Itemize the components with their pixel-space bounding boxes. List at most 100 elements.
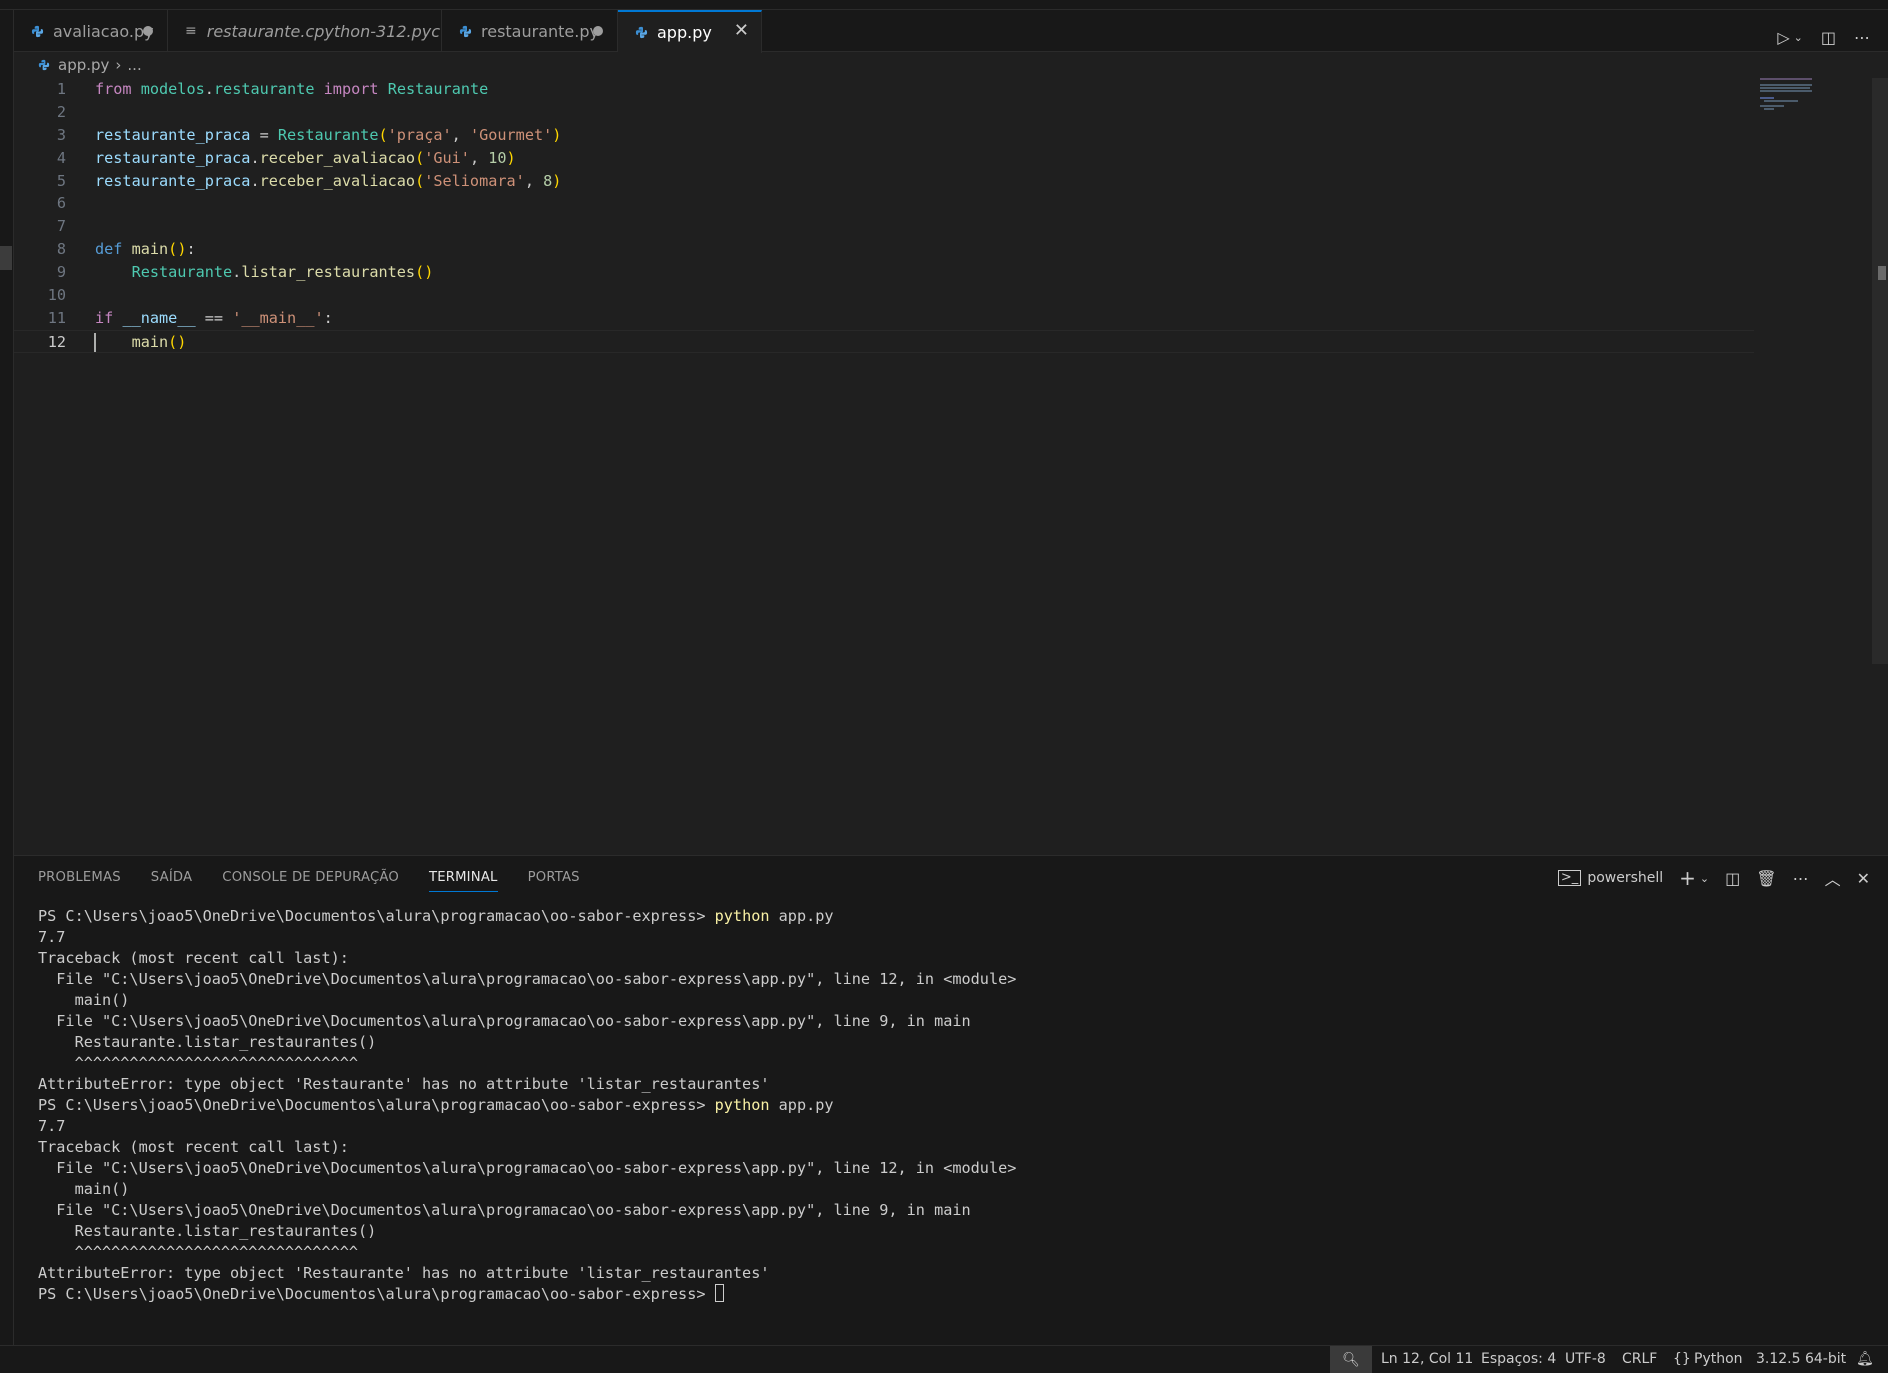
close-panel-icon[interactable]: ✕ bbox=[1857, 869, 1870, 888]
code-text: main() bbox=[131, 332, 187, 351]
terminal-args: app.py bbox=[769, 907, 834, 925]
terminal-line: 7.7 bbox=[38, 928, 66, 946]
zoom-icon[interactable]: 🔍︎ bbox=[1330, 1346, 1372, 1373]
activity-gutter bbox=[0, 10, 14, 1345]
python-icon bbox=[635, 26, 648, 39]
terminal-line: File "C:\Users\joao5\OneDrive\Documentos… bbox=[38, 1012, 971, 1030]
maximize-panel-icon[interactable]: ︿ bbox=[1825, 866, 1841, 890]
tab-terminal[interactable]: TERMINAL bbox=[428, 870, 498, 892]
editor-scrollbar[interactable] bbox=[1872, 78, 1888, 664]
code-line: 4 restaurante_praca.receber_avaliacao('Gu… bbox=[14, 147, 1754, 170]
code-editor[interactable]: 1 from modelos.restaurante import Restaur… bbox=[14, 78, 1754, 353]
python-interpreter[interactable]: 3.12.5 64-bit bbox=[1756, 1346, 1846, 1373]
shell-label: powershell bbox=[1587, 870, 1664, 886]
tab-label: app.py bbox=[657, 23, 712, 42]
line-number: 2 bbox=[56, 102, 66, 121]
run-icon[interactable]: ▷ bbox=[1777, 28, 1789, 47]
code-text: Restaurante.listar_restaurantes() bbox=[131, 263, 434, 282]
bottom-panel: PROBLEMAS SAÍDA CONSOLE DE DEPURAÇÃO TER… bbox=[14, 855, 1888, 1345]
code-line: 3 restaurante_praca = Restaurante('praça'… bbox=[14, 124, 1754, 147]
code-line: 5 restaurante_praca.receber_avaliacao('Se… bbox=[14, 170, 1754, 193]
braces-icon: {} bbox=[1673, 1351, 1691, 1367]
code-line: 10 bbox=[14, 284, 1754, 307]
tab-restaurante-pyc[interactable]: ≡ restaurante.cpython-312.pyc bbox=[168, 10, 442, 52]
tab-problemas[interactable]: PROBLEMAS bbox=[38, 870, 121, 892]
cursor-position[interactable]: Ln 12, Col 11 bbox=[1381, 1346, 1473, 1373]
run-dropdown-icon[interactable]: ⌄ bbox=[1794, 31, 1803, 44]
new-terminal-icon[interactable]: + bbox=[1679, 866, 1696, 890]
terminal-line: PS C:\Users\joao5\OneDrive\Documentos\al… bbox=[38, 906, 1016, 927]
line-ending[interactable]: CRLF bbox=[1622, 1346, 1657, 1373]
terminal-line: File "C:\Users\joao5\OneDrive\Documentos… bbox=[38, 1159, 1017, 1177]
line-number: 7 bbox=[56, 217, 66, 236]
terminal-prompt: PS C:\Users\joao5\OneDrive\Documentos\al… bbox=[38, 1096, 715, 1114]
tab-console-depuracao[interactable]: CONSOLE DE DEPURAÇÃO bbox=[222, 870, 399, 892]
code-line: 7 bbox=[14, 215, 1754, 238]
code-text: if __name__ == '__main__': bbox=[95, 308, 333, 327]
terminal-cursor bbox=[714, 1284, 724, 1302]
code-line: 11 if __name__ == '__main__': bbox=[14, 307, 1754, 330]
terminal-line: AttributeError: type object 'Restaurante… bbox=[38, 1075, 770, 1093]
tab-saida[interactable]: SAÍDA bbox=[151, 870, 192, 892]
panel-actions: >_ powershell + ⌄ ◫ 🗑 ⋯ ︿ ✕ bbox=[1557, 866, 1870, 890]
bell-icon[interactable]: 🔔︎ bbox=[1856, 1346, 1874, 1373]
modified-dot-icon bbox=[593, 26, 603, 36]
code-line: 1 from modelos.restaurante import Restaur… bbox=[14, 78, 1754, 101]
tab-portas[interactable]: PORTAS bbox=[528, 870, 580, 892]
terminal-dropdown-icon[interactable]: ⌄ bbox=[1700, 872, 1709, 885]
more-actions-icon[interactable]: ⋯ bbox=[1854, 28, 1870, 47]
split-editor-icon[interactable]: ◫ bbox=[1821, 28, 1836, 47]
line-number: 9 bbox=[56, 263, 66, 282]
panel-tabs: PROBLEMAS SAÍDA CONSOLE DE DEPURAÇÃO TER… bbox=[38, 870, 610, 892]
chevron-right-icon: › bbox=[115, 56, 122, 74]
tab-label: restaurante.py bbox=[481, 21, 599, 41]
terminal-line: PS C:\Users\joao5\OneDrive\Documentos\al… bbox=[38, 1095, 1016, 1116]
terminal-command: python bbox=[714, 907, 770, 925]
code-line: 9 Restaurante.listar_restaurantes() bbox=[14, 261, 1754, 284]
code-text: restaurante_praca.receber_avaliacao('Gui… bbox=[95, 148, 516, 167]
split-terminal-icon[interactable]: ◫ bbox=[1725, 869, 1740, 888]
more-actions-icon[interactable]: ⋯ bbox=[1793, 869, 1809, 888]
code-text: def main(): bbox=[95, 240, 196, 259]
code-text: restaurante_praca.receber_avaliacao('Sel… bbox=[95, 171, 562, 190]
python-icon bbox=[38, 59, 50, 71]
status-bar: 🔍︎ Ln 12, Col 11 Espaços: 4 UTF-8 CRLF {… bbox=[0, 1345, 1888, 1373]
terminal-prompt: PS C:\Users\joao5\OneDrive\Documentos\al… bbox=[38, 1285, 715, 1303]
line-number: 4 bbox=[56, 148, 66, 167]
terminal-line: File "C:\Users\joao5\OneDrive\Documentos… bbox=[38, 1201, 971, 1219]
editor-tab-bar: avaliacao.py ≡ restaurante.cpython-312.p… bbox=[14, 10, 1888, 53]
language-mode[interactable]: Python bbox=[1694, 1346, 1743, 1373]
tab-avaliacao[interactable]: avaliacao.py bbox=[14, 10, 168, 52]
terminal-line: PS C:\Users\joao5\OneDrive\Documentos\al… bbox=[38, 1284, 1016, 1305]
encoding[interactable]: UTF-8 bbox=[1565, 1346, 1606, 1373]
breadcrumb: app.py › ... bbox=[38, 54, 142, 76]
terminal-line: main() bbox=[38, 1180, 130, 1198]
terminal-line: Traceback (most recent call last): bbox=[38, 1138, 349, 1156]
tab-restaurante[interactable]: restaurante.py bbox=[442, 10, 618, 52]
line-number: 3 bbox=[56, 125, 66, 144]
breadcrumb-rest[interactable]: ... bbox=[127, 56, 141, 74]
terminal-output[interactable]: PS C:\Users\joao5\OneDrive\Documentos\al… bbox=[38, 906, 1016, 1305]
code-line-current: 12 main() bbox=[14, 329, 1754, 353]
terminal-shell-selector[interactable]: >_ powershell bbox=[1557, 870, 1664, 886]
window-top-strip bbox=[0, 0, 1888, 10]
trash-icon[interactable]: 🗑 bbox=[1756, 869, 1776, 888]
close-tab-icon[interactable]: ✕ bbox=[734, 20, 749, 41]
breadcrumb-file[interactable]: app.py bbox=[58, 56, 109, 74]
python-icon bbox=[31, 25, 44, 37]
indentation[interactable]: Espaços: 4 bbox=[1481, 1346, 1556, 1373]
terminal-line: 7.7 bbox=[38, 1117, 66, 1135]
scrollbar-thumb[interactable] bbox=[1878, 266, 1886, 280]
code-line: 6 bbox=[14, 192, 1754, 215]
modified-dot-icon bbox=[143, 26, 153, 36]
line-number: 10 bbox=[47, 286, 66, 305]
tab-label: avaliacao.py bbox=[53, 21, 154, 41]
terminal-icon: >_ bbox=[1557, 870, 1582, 886]
terminal-line: File "C:\Users\joao5\OneDrive\Documentos… bbox=[38, 970, 1017, 988]
code-line: 2 bbox=[14, 101, 1754, 124]
terminal-line: Restaurante.listar_restaurantes() bbox=[38, 1033, 377, 1051]
minimap[interactable] bbox=[1760, 78, 1824, 118]
tab-app[interactable]: app.py ✕ bbox=[618, 10, 762, 53]
python-icon bbox=[459, 25, 472, 37]
editor-actions: ▷ ⌄ ◫ ⋯ bbox=[1777, 28, 1870, 47]
